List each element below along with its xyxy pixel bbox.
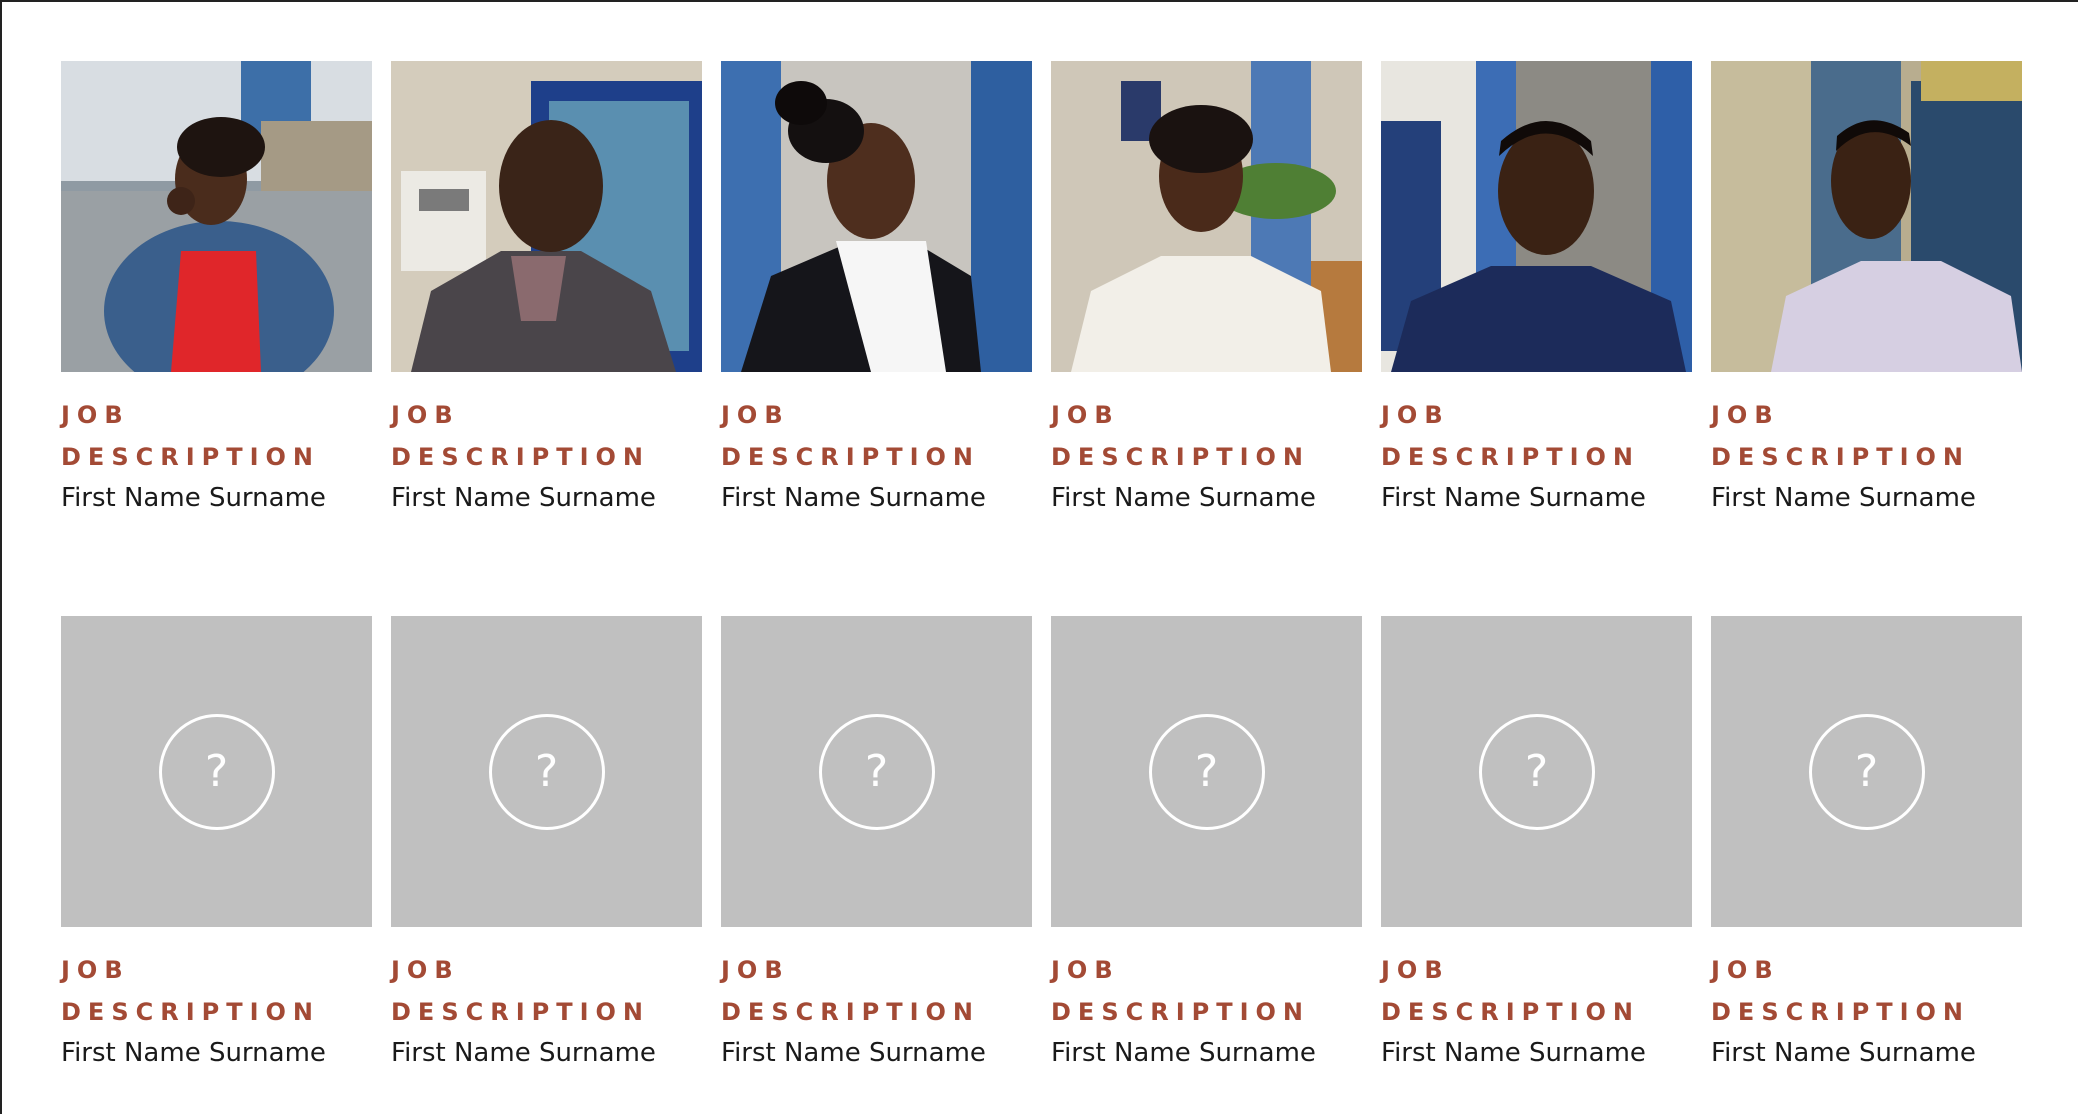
team-card: ? JOB DESCRIPTION First Name Surname (391, 616, 702, 1073)
team-card: ? JOB DESCRIPTION First Name Surname (1381, 616, 1692, 1073)
person-name: First Name Surname (61, 1038, 326, 1068)
team-card: JOB DESCRIPTION First Name Surname (1051, 61, 1362, 518)
job-line-2: DESCRIPTION (721, 998, 981, 1026)
job-title: JOB DESCRIPTION (1711, 394, 2022, 478)
team-card: JOB DESCRIPTION First Name Surname (1711, 61, 2022, 518)
question-mark-icon: ? (158, 713, 275, 830)
team-photo (1381, 61, 1692, 372)
job-line-1: JOB (391, 956, 460, 984)
person-name: First Name Surname (1711, 483, 1976, 513)
job-title: JOB DESCRIPTION (1051, 949, 1362, 1033)
person-name: First Name Surname (61, 483, 326, 513)
team-photo (1051, 61, 1362, 372)
person-name: First Name Surname (721, 483, 986, 513)
job-line-1: JOB (1711, 401, 1780, 429)
job-line-1: JOB (1381, 956, 1450, 984)
portrait-photo-man-striped-shirt (1711, 61, 2022, 372)
team-card: ? JOB DESCRIPTION First Name Surname (1051, 616, 1362, 1073)
photo-placeholder: ? (721, 616, 1032, 927)
job-line-2: DESCRIPTION (391, 443, 651, 471)
job-line-2: DESCRIPTION (1711, 443, 1971, 471)
team-photo (721, 61, 1032, 372)
portrait-photo-woman-blazer (721, 61, 1032, 372)
job-line-2: DESCRIPTION (721, 443, 981, 471)
team-photo (391, 61, 702, 372)
job-title: JOB DESCRIPTION (721, 949, 1032, 1033)
job-title: JOB DESCRIPTION (391, 949, 702, 1033)
job-line-2: DESCRIPTION (1381, 443, 1641, 471)
photo-placeholder: ? (61, 616, 372, 927)
job-line-2: DESCRIPTION (391, 998, 651, 1026)
photo-placeholder: ? (1381, 616, 1692, 927)
team-card: ? JOB DESCRIPTION First Name Surname (1711, 616, 2022, 1073)
job-title: JOB DESCRIPTION (61, 394, 372, 478)
page-frame: JOB DESCRIPTION First Name Surname JOB D… (0, 0, 2078, 1114)
job-line-1: JOB (391, 401, 460, 429)
job-line-1: JOB (1381, 401, 1450, 429)
portrait-photo-man-vest (391, 61, 702, 372)
job-title: JOB DESCRIPTION (721, 394, 1032, 478)
team-card: ? JOB DESCRIPTION First Name Surname (61, 616, 372, 1073)
person-name: First Name Surname (391, 1038, 656, 1068)
job-line-2: DESCRIPTION (1051, 998, 1311, 1026)
team-card: JOB DESCRIPTION First Name Surname (61, 61, 372, 518)
portrait-photo-man-polo (1381, 61, 1692, 372)
job-line-1: JOB (61, 956, 130, 984)
job-line-1: JOB (721, 401, 790, 429)
question-mark-icon: ? (488, 713, 605, 830)
job-title: JOB DESCRIPTION (391, 394, 702, 478)
job-line-2: DESCRIPTION (1381, 998, 1641, 1026)
job-line-1: JOB (1711, 956, 1780, 984)
job-title: JOB DESCRIPTION (1381, 394, 1692, 478)
team-card: JOB DESCRIPTION First Name Surname (1381, 61, 1692, 518)
job-line-2: DESCRIPTION (61, 443, 321, 471)
question-mark-icon: ? (1478, 713, 1595, 830)
team-card: JOB DESCRIPTION First Name Surname (391, 61, 702, 518)
portrait-photo-woman-denim (61, 61, 372, 372)
person-name: First Name Surname (391, 483, 656, 513)
person-name: First Name Surname (1051, 483, 1316, 513)
team-card: ? JOB DESCRIPTION First Name Surname (721, 616, 1032, 1073)
person-name: First Name Surname (1051, 1038, 1316, 1068)
portrait-photo-woman-white-blouse (1051, 61, 1362, 372)
job-line-1: JOB (1051, 401, 1120, 429)
job-line-1: JOB (1051, 956, 1120, 984)
team-grid: JOB DESCRIPTION First Name Surname JOB D… (61, 61, 2022, 1073)
job-line-2: DESCRIPTION (1051, 443, 1311, 471)
job-line-1: JOB (61, 401, 130, 429)
photo-placeholder: ? (1711, 616, 2022, 927)
question-mark-icon: ? (1148, 713, 1265, 830)
photo-placeholder: ? (391, 616, 702, 927)
job-line-2: DESCRIPTION (61, 998, 321, 1026)
team-card: JOB DESCRIPTION First Name Surname (721, 61, 1032, 518)
job-line-2: DESCRIPTION (1711, 998, 1971, 1026)
team-photo (61, 61, 372, 372)
person-name: First Name Surname (1711, 1038, 1976, 1068)
job-title: JOB DESCRIPTION (1711, 949, 2022, 1033)
question-mark-icon: ? (818, 713, 935, 830)
person-name: First Name Surname (1381, 1038, 1646, 1068)
team-photo (1711, 61, 2022, 372)
job-line-1: JOB (721, 956, 790, 984)
job-title: JOB DESCRIPTION (1381, 949, 1692, 1033)
job-title: JOB DESCRIPTION (1051, 394, 1362, 478)
job-title: JOB DESCRIPTION (61, 949, 372, 1033)
person-name: First Name Surname (1381, 483, 1646, 513)
question-mark-icon: ? (1808, 713, 1925, 830)
photo-placeholder: ? (1051, 616, 1362, 927)
person-name: First Name Surname (721, 1038, 986, 1068)
